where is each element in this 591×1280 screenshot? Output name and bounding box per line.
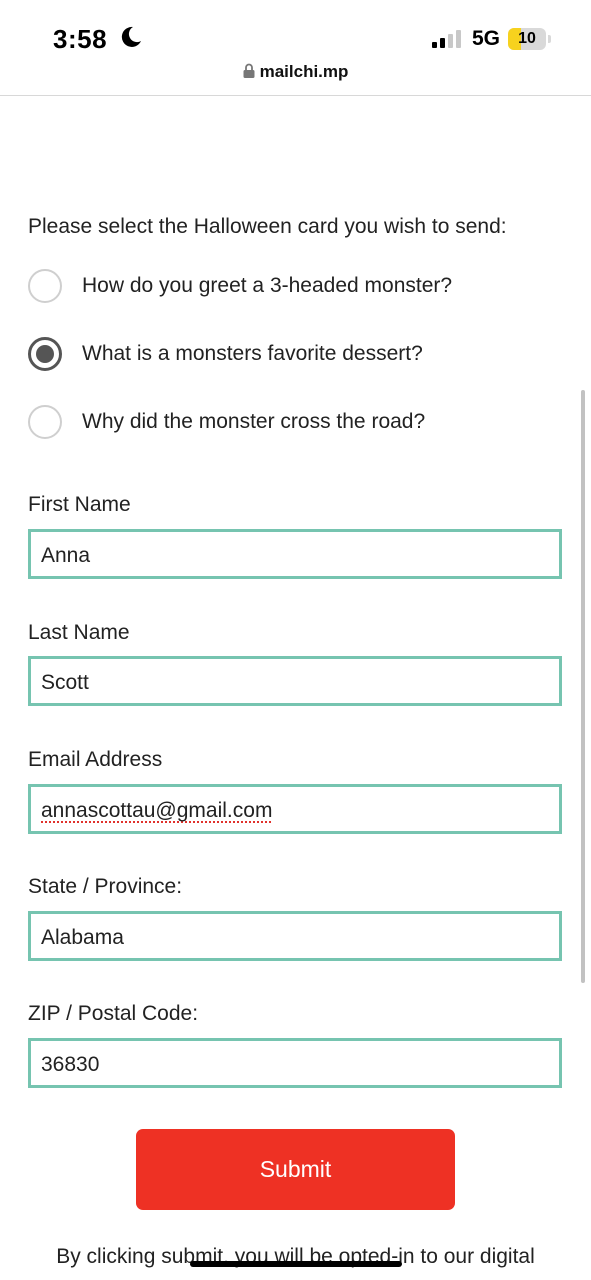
radio-label: How do you greet a 3-headed monster? [82,274,453,297]
last-name-value: Scott [41,671,89,694]
last-name-label: Last Name [28,621,130,644]
radio-button[interactable] [28,405,62,439]
address-bar[interactable]: mailchi.mp [0,62,591,86]
zip-field[interactable]: 36830 [28,1038,562,1088]
state-value: Alabama [41,926,124,949]
battery-icon: 10 [508,28,552,50]
card-option-3[interactable]: Why did the monster cross the road? [28,405,548,443]
state-label: State / Province: [28,875,183,898]
radio-button[interactable] [28,269,62,303]
zip-value: 36830 [41,1053,100,1076]
lock-icon [243,63,255,78]
email-value: annascottau@gmail.com [41,799,273,822]
card-selection-prompt: Please select the Halloween card you wis… [28,215,507,238]
header-divider [0,95,591,96]
radio-label: What is a monsters favorite dessert? [82,342,423,365]
battery-percentage: 10 [518,30,536,47]
page-scrollbar[interactable] [581,390,585,983]
radio-button-selected[interactable] [28,337,62,371]
last-name-field[interactable]: Scott [28,656,562,706]
state-field[interactable]: Alabama [28,911,562,961]
zip-label: ZIP / Postal Code: [28,1002,199,1025]
submit-button[interactable]: Submit [136,1129,455,1210]
first-name-field[interactable]: Anna [28,529,562,579]
moon-icon [121,26,141,47]
status-time: 3:58 [53,24,108,54]
cellular-signal-icon [432,30,461,48]
card-option-1[interactable]: How do you greet a 3-headed monster? [28,269,548,307]
radio-label: Why did the monster cross the road? [82,410,426,433]
card-option-2[interactable]: What is a monsters favorite dessert? [28,337,548,375]
home-indicator[interactable] [190,1261,402,1267]
first-name-label: First Name [28,493,131,516]
url-text: mailchi.mp [259,62,349,81]
email-field[interactable]: annascottau@gmail.com [28,784,562,834]
network-type: 5G [472,27,501,50]
status-bar: 3:58 5G 10 [0,0,591,58]
first-name-value: Anna [41,544,91,567]
email-label: Email Address [28,748,163,771]
